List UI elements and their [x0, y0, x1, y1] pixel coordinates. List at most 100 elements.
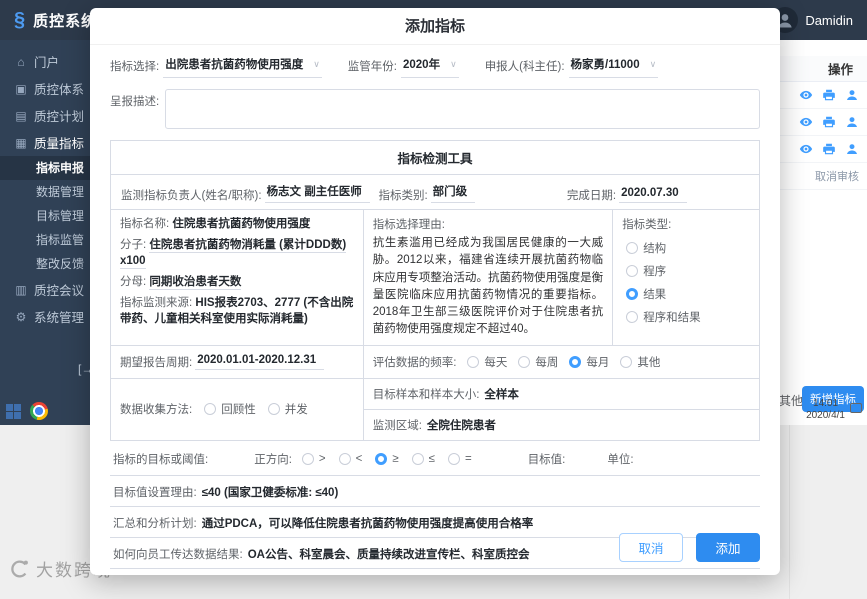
- user-assign-icon[interactable]: [845, 142, 859, 156]
- app-title: 质控系统: [33, 12, 98, 30]
- report-desc-label: 呈报描述:: [110, 96, 160, 108]
- direction-label: 正方向:: [254, 453, 292, 466]
- analysis-plan-label: 汇总和分析计划:: [113, 517, 197, 530]
- radio-icon: [267, 403, 280, 415]
- sidebar-item-label: 质量指标: [34, 137, 85, 151]
- radio-lte[interactable]: ≤: [411, 452, 435, 465]
- radio-label: 程序和结果: [643, 312, 701, 324]
- target-reason-value[interactable]: ≤40 (国家卫健委标准: ≤40): [202, 484, 339, 500]
- applicant-select[interactable]: 申报人(科主任): 杨家勇/11000 ∨: [485, 54, 659, 78]
- sidebar-subitem-label: 指标申报: [36, 161, 85, 175]
- tool-section-title: 指标检测工具: [111, 141, 759, 175]
- print-icon[interactable]: [822, 115, 836, 129]
- radio-concurrent[interactable]: 并发: [267, 401, 308, 417]
- view-icon[interactable]: [799, 115, 813, 129]
- radio-monthly[interactable]: 每月: [569, 354, 609, 370]
- owner-label: 监测指标负责人(姓名/职称):: [121, 190, 262, 202]
- user-menu[interactable]: Damidin: [772, 7, 853, 33]
- notification-icon[interactable]: [850, 403, 862, 413]
- radio-result[interactable]: 结果: [626, 286, 750, 302]
- radio-structure[interactable]: 结构: [626, 240, 750, 256]
- radio-icon: [620, 355, 633, 368]
- category-value[interactable]: 部门级: [430, 183, 476, 203]
- numerator-value[interactable]: 住院患者抗菌药物消耗量 (累计DDD数) x100: [120, 238, 347, 270]
- sidebar-subitem-label: 目标管理: [36, 209, 85, 223]
- report-desc-row: 呈报描述:: [110, 89, 760, 129]
- radio-icon: [626, 242, 639, 254]
- start-menu-icon[interactable]: [6, 404, 21, 419]
- cancel-review-link[interactable]: 取消审核: [815, 168, 859, 184]
- sidebar-item-label: 系统管理: [34, 311, 85, 325]
- category-label: 指标类别:: [378, 190, 428, 202]
- radio-label: >: [318, 452, 326, 465]
- finish-date-value[interactable]: 2020.07.30: [619, 187, 687, 203]
- radio-retrospective[interactable]: 回顾性: [204, 401, 256, 417]
- radio-process-and-result[interactable]: 程序和结果: [626, 309, 750, 325]
- type-radio-group: 结构 程序 结果 程序和结果: [622, 240, 750, 325]
- sidebar-subitem-label: 整改反馈: [36, 257, 85, 271]
- radio-icon: [518, 355, 531, 368]
- radio-label: 结构: [643, 243, 667, 255]
- user-assign-icon[interactable]: [845, 115, 859, 129]
- radio-icon-selected: [626, 288, 639, 300]
- analysis-plan-value[interactable]: 通过PDCA，可以降低住院患者抗菌药物使用强度提高使用合格率: [202, 515, 534, 531]
- radio-label: 结果: [643, 289, 667, 301]
- report-desc-textarea[interactable]: [165, 89, 760, 129]
- chevron-down-icon: ∨: [450, 58, 457, 69]
- sidebar-subitem-label: 指标监管: [36, 233, 85, 247]
- watermark-logo-icon: [11, 560, 28, 577]
- sample-row: 目标样本和样本大小: 全样本: [363, 379, 759, 410]
- applicant-select-label: 申报人(科主任):: [484, 61, 565, 73]
- chrome-icon[interactable]: [30, 402, 48, 420]
- cancel-button[interactable]: 取消: [619, 533, 683, 562]
- target-reason-label: 目标值设置理由:: [113, 486, 197, 499]
- view-icon[interactable]: [799, 142, 813, 156]
- print-icon[interactable]: [822, 142, 836, 156]
- year-select-value: 2020年: [403, 59, 441, 71]
- tool-row-detail: 指标名称: 住院患者抗菌药物使用强度 分子: 住院患者抗菌药物消耗量 (累计DD…: [111, 210, 759, 346]
- indicator-select[interactable]: 指标选择: 出院患者抗菌药物使用强度 ∨: [110, 54, 322, 78]
- tool-row-owner: 监测指标负责人(姓名/职称): 杨志文 副主任医师 指标类别: 部门级 完成日期…: [111, 175, 759, 210]
- radio-daily[interactable]: 每天: [467, 354, 507, 370]
- taskbar-clock[interactable]: 14:01 2020/4/1: [806, 398, 845, 422]
- applicant-select-value: 杨家勇/11000: [570, 59, 640, 71]
- radio-label: <: [355, 452, 363, 465]
- radio-process[interactable]: 程序: [626, 263, 750, 279]
- radio-weekly[interactable]: 每周: [518, 354, 558, 370]
- home-icon: ⌂: [17, 54, 25, 69]
- year-select[interactable]: 监管年份: 2020年 ∨: [348, 54, 459, 78]
- radio-label: 程序: [643, 266, 667, 278]
- radio-lt[interactable]: <: [338, 452, 363, 465]
- radio-icon: [338, 452, 351, 465]
- radio-label: 每周: [535, 356, 559, 369]
- clock-time: 14:01: [813, 398, 839, 409]
- submit-button[interactable]: 添加: [696, 533, 760, 562]
- app-logo-icon: §: [14, 8, 26, 31]
- radio-gte[interactable]: ≥: [375, 452, 399, 465]
- owner-value[interactable]: 杨志文 副主任医师: [264, 183, 370, 203]
- collect-method-group: 数据收集方法: 回顾性 并发: [111, 378, 364, 440]
- radio-icon: [467, 355, 480, 368]
- collect-tool-row: 数据收集检查工具的名称: EXCEL表格: [110, 569, 760, 576]
- frequency-label: 评估数据的频率:: [372, 356, 457, 369]
- target-threshold-row: 指标的目标或阈值: 正方向: > < ≥ ≤ = 目标值: 单位:: [110, 441, 760, 476]
- radio-other[interactable]: 其他: [620, 354, 660, 370]
- radio-label: =: [464, 452, 472, 465]
- radio-label: 并发: [284, 404, 308, 416]
- radio-gt[interactable]: >: [301, 452, 326, 465]
- add-indicator-dialog: 添加指标 指标选择: 出院患者抗菌药物使用强度 ∨ 监管年份: 2020年 ∨ 申报…: [90, 8, 780, 575]
- user-assign-icon[interactable]: [845, 88, 859, 102]
- communicate-value[interactable]: OA公告、科室晨会、质量持续改进宣传栏、科室质控会: [248, 546, 530, 562]
- dialog-title: 添加指标: [90, 8, 780, 45]
- radio-eq[interactable]: =: [447, 452, 472, 465]
- print-icon[interactable]: [822, 88, 836, 102]
- sample-label: 目标样本和样本大小:: [372, 388, 480, 401]
- collect-method-label: 数据收集方法:: [120, 404, 193, 416]
- radio-icon: [204, 403, 217, 415]
- view-icon[interactable]: [799, 88, 813, 102]
- settings-icon: ⚙: [15, 309, 27, 324]
- radio-label: ≤: [428, 452, 435, 465]
- region-label: 监测区域:: [372, 419, 422, 432]
- denominator-value[interactable]: 同期收治患者天数: [149, 276, 242, 291]
- period-value[interactable]: 2020.01.01-2020.12.31: [195, 354, 325, 370]
